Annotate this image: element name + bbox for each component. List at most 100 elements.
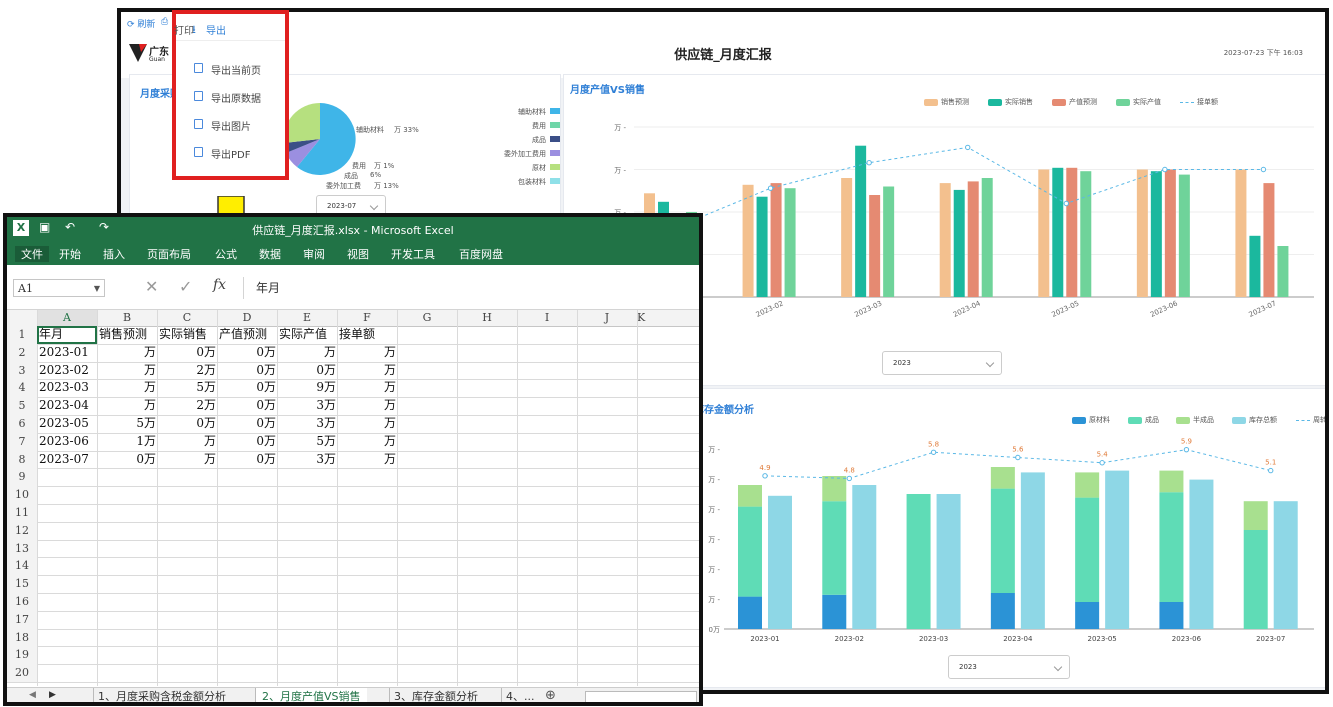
insert-function-icon[interactable]: fx (213, 277, 226, 293)
date-cell[interactable]: 2023-06 (39, 434, 96, 450)
value-cell[interactable]: 万 (339, 380, 396, 396)
chart-legend-item[interactable]: 产值预测 (1052, 97, 1097, 107)
row-header[interactable]: 10 (7, 486, 37, 504)
date-cell[interactable]: 2023-07 (39, 452, 96, 468)
value-cell[interactable]: 9万 (279, 380, 336, 396)
row-header[interactable]: 14 (7, 557, 37, 576)
column-header[interactable]: E (277, 310, 337, 326)
column-header[interactable]: B (97, 310, 157, 326)
chart-legend-item[interactable]: 库存总额 (1232, 415, 1277, 425)
value-cell[interactable]: 万 (339, 398, 396, 414)
ribbon-tab[interactable]: 页面布局 (147, 246, 191, 262)
row-header[interactable]: 19 (7, 646, 37, 665)
ribbon-tab[interactable]: 视图 (347, 246, 369, 262)
column-header[interactable]: J (577, 310, 637, 326)
value-cell[interactable]: 万 (279, 345, 336, 361)
value-cell[interactable]: 0万 (219, 452, 276, 468)
row-header[interactable]: 15 (7, 575, 37, 593)
row-header[interactable]: 5 (7, 397, 37, 415)
value-cell[interactable]: 万 (159, 452, 216, 468)
value-cell[interactable]: 3万 (279, 452, 336, 468)
row-header[interactable]: 8 (7, 450, 37, 469)
chart-legend-item[interactable]: 成品 (1128, 415, 1159, 425)
column-header[interactable]: G (397, 310, 457, 326)
confirm-formula-icon[interactable]: ✓ (179, 277, 192, 296)
value-cell[interactable]: 2万 (159, 363, 216, 379)
chart-legend-item[interactable]: 实际销售 (988, 97, 1033, 107)
value-cell[interactable]: 0万 (219, 380, 276, 396)
value-cell[interactable]: 0万 (219, 398, 276, 414)
chart-legend-item[interactable]: 接单额 (1180, 97, 1218, 107)
value-cell[interactable]: 万 (339, 434, 396, 450)
value-cell[interactable]: 0万 (219, 434, 276, 450)
value-cell[interactable]: 5万 (279, 434, 336, 450)
row-header[interactable]: 12 (7, 521, 37, 540)
value-cell[interactable]: 0万 (219, 416, 276, 432)
value-cell[interactable]: 0万 (219, 345, 276, 361)
sheet-tab-inventory[interactable]: 3、库存金额分析 (389, 688, 482, 702)
header-cell[interactable]: 实际产值 (279, 327, 336, 343)
date-cell[interactable]: 2023-04 (39, 398, 96, 414)
export-button[interactable]: ⭳ 导出 (192, 22, 226, 37)
spreadsheet-grid[interactable]: A B C D E F G H I J K 1 2 3 4 5 6 7 8 9 10 11 12 13 14 15 16 17 18 19… (7, 310, 699, 686)
print-button[interactable]: ⎙ (161, 17, 168, 27)
ribbon-tab[interactable]: 百度网盘 (459, 246, 503, 262)
add-sheet-icon[interactable]: ⊕ (545, 688, 556, 702)
column-header[interactable]: D (217, 310, 277, 326)
chart-legend-item[interactable]: 周转率 (1296, 415, 1325, 425)
value-cell[interactable]: 万 (339, 345, 396, 361)
chart-legend-item[interactable]: 半成品 (1176, 415, 1214, 425)
value-cell[interactable]: 万 (99, 345, 156, 361)
column-header[interactable]: C (157, 310, 217, 326)
name-box[interactable]: A1 ▼ (13, 279, 105, 297)
value-cell[interactable]: 0万 (159, 345, 216, 361)
value-cell[interactable]: 0万 (219, 363, 276, 379)
chart-legend-item[interactable]: 原材料 (1072, 415, 1110, 425)
value-cell[interactable]: 3万 (279, 398, 336, 414)
value-cell[interactable]: 0万 (99, 452, 156, 468)
value-cell[interactable]: 5万 (99, 416, 156, 432)
row-header[interactable]: 16 (7, 593, 37, 611)
date-cell[interactable]: 2023-05 (39, 416, 96, 432)
column-header[interactable]: F (337, 310, 397, 326)
date-cell[interactable]: 2023-03 (39, 380, 96, 396)
value-cell[interactable]: 5万 (159, 380, 216, 396)
row-header[interactable]: 18 (7, 628, 37, 647)
formula-input[interactable]: 年月 (243, 277, 699, 299)
ribbon-tab[interactable]: 开始 (59, 246, 81, 262)
row-header[interactable]: 20 (7, 664, 37, 682)
chart-legend-item[interactable]: 销售预测 (924, 97, 969, 107)
next-sheet-icon[interactable]: ▶ (49, 690, 56, 700)
row-header[interactable]: 4 (7, 379, 37, 398)
value-cell[interactable]: 万 (159, 434, 216, 450)
row-header[interactable]: 3 (7, 361, 37, 380)
header-cell[interactable]: 接单额 (339, 327, 396, 343)
header-cell[interactable]: 销售预测 (99, 327, 156, 343)
header-cell[interactable]: 实际销售 (159, 327, 216, 343)
column-header[interactable]: H (457, 310, 517, 326)
ribbon-tab[interactable]: 公式 (215, 246, 237, 262)
ribbon-tab[interactable]: 数据 (259, 246, 281, 262)
sheet-tab-more[interactable]: 4、... (501, 688, 539, 702)
ribbon-tab[interactable]: 开发工具 (391, 246, 435, 262)
value-cell[interactable]: 万 (339, 416, 396, 432)
value-cell[interactable]: 万 (339, 363, 396, 379)
value-cell[interactable]: 0万 (279, 363, 336, 379)
row-header[interactable]: 6 (7, 415, 37, 433)
row-header[interactable]: 2 (7, 343, 37, 362)
ribbon-tab[interactable]: 审阅 (303, 246, 325, 262)
value-cell[interactable]: 1万 (99, 434, 156, 450)
row-header[interactable]: 13 (7, 539, 37, 558)
prev-sheet-icon[interactable]: ◀ (29, 690, 36, 700)
horizontal-scrollbar[interactable] (585, 691, 697, 702)
value-cell[interactable]: 万 (99, 363, 156, 379)
value-cell[interactable]: 万 (99, 380, 156, 396)
row-header[interactable]: 7 (7, 432, 37, 451)
row-header[interactable]: 1 (7, 326, 37, 344)
chart-legend-item[interactable]: 实际产值 (1116, 97, 1161, 107)
date-cell[interactable]: 2023-02 (39, 363, 96, 379)
ribbon-file-tab[interactable]: 文件 (15, 246, 49, 262)
cancel-formula-icon[interactable]: ✕ (145, 277, 158, 296)
sheet-tab-sales[interactable]: 2、月度产值VS销售 (255, 688, 367, 702)
value-cell[interactable]: 万 (99, 398, 156, 414)
